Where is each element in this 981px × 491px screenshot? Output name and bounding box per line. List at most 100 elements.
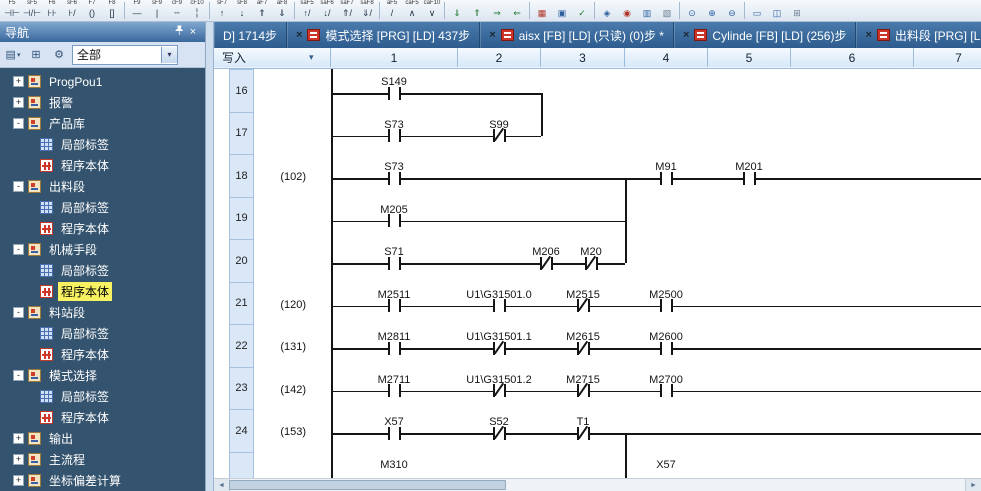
open-branch-button[interactable]: F6 ⊦⊦ — [42, 0, 62, 21]
delete-hline-button[interactable]: cF9 ╌ — [167, 0, 187, 21]
nc-contact[interactable] — [576, 341, 590, 355]
tree-item-product-lib-labels[interactable]: 局部标签 — [0, 134, 205, 155]
nav-close-icon[interactable]: × — [186, 25, 200, 39]
panel-splitter[interactable] — [206, 22, 213, 491]
expander-icon[interactable]: - — [13, 244, 24, 255]
tab-close-icon[interactable]: × — [865, 29, 871, 41]
expander-icon[interactable]: - — [13, 181, 24, 192]
tree-item-product-lib-body[interactable]: 程序本体 — [0, 155, 205, 176]
no-contact[interactable] — [742, 171, 756, 185]
nc-contact[interactable] — [492, 129, 506, 142]
invert-result-button[interactable]: aF5 / — [382, 0, 402, 21]
nc-contact[interactable] — [492, 384, 506, 397]
no-contact[interactable] — [387, 129, 401, 142]
mode-dropdown-icon[interactable]: ▾ — [309, 52, 314, 63]
no-contact[interactable] — [659, 384, 673, 397]
window-button[interactable]: ▭ — [747, 0, 767, 21]
close-branch-button[interactable]: sF6 ⊦/ — [62, 0, 82, 21]
view-mode-button[interactable]: ▤ ▾ — [3, 45, 23, 65]
open-contact-button[interactable]: F5 ⊣⊢ — [2, 0, 22, 21]
filter-combo[interactable]: 全部 ▾ — [72, 44, 178, 65]
expander-icon[interactable]: - — [13, 370, 24, 381]
tree-item-mode-select[interactable]: - 模式选择 — [0, 365, 205, 386]
tree-item-coord-calc[interactable]: + 坐标偏差计算 — [0, 470, 205, 491]
scroll-thumb[interactable] — [229, 480, 506, 490]
expander-icon[interactable]: + — [13, 76, 24, 87]
tree-item-progpou1[interactable]: + ProgPou1 — [0, 71, 205, 92]
h-scrollbar[interactable]: ◄ ► — [214, 478, 981, 491]
no-contact[interactable] — [492, 299, 506, 312]
no-contact[interactable] — [387, 299, 401, 312]
comment-display-button[interactable]: ▧ — [657, 0, 677, 21]
no-contact[interactable] — [387, 171, 401, 185]
no-contact[interactable] — [659, 299, 673, 312]
delete-column-button[interactable]: ⇐ — [507, 0, 527, 21]
tab-4[interactable]: × Cylinde [FB] [LD] (256)步 — [674, 22, 857, 48]
pulse-conversion-button[interactable]: caF5 ∧ — [402, 0, 422, 21]
falling-pulse-close-button[interactable]: saF6 ↓/ — [317, 0, 337, 21]
expander-icon[interactable]: - — [13, 307, 24, 318]
nc-contact[interactable] — [492, 426, 506, 440]
program-check-button[interactable]: ✓ — [572, 0, 592, 21]
tree-item-discharge[interactable]: - 出料段 — [0, 176, 205, 197]
tab-1[interactable]: D] 1714步 — [214, 22, 288, 48]
nc-contact[interactable] — [584, 256, 598, 270]
scroll-right-button[interactable]: ► — [965, 479, 981, 491]
delete-vline-button[interactable]: cF10 ╎ — [187, 0, 207, 21]
no-contact[interactable] — [659, 171, 673, 185]
nc-contact[interactable] — [539, 256, 553, 270]
no-contact[interactable] — [387, 384, 401, 397]
no-contact[interactable] — [387, 256, 401, 270]
tab-close-icon[interactable]: × — [683, 29, 689, 41]
tree-item-main-flow[interactable]: + 主流程 — [0, 449, 205, 470]
expander-icon[interactable]: + — [13, 97, 24, 108]
tree-item-mode-select-labels[interactable]: 局部标签 — [0, 386, 205, 407]
close-contact-button[interactable]: sF5 ⊣/⊢ — [22, 0, 42, 21]
monitor-stop-button[interactable]: ◉ — [617, 0, 637, 21]
monitor-button[interactable]: ◈ — [597, 0, 617, 21]
tree-item-discharge-labels[interactable]: 局部标签 — [0, 197, 205, 218]
insert-row-button[interactable]: ⇓ — [447, 0, 467, 21]
falling-pulse-button[interactable]: sF8 ↓ — [232, 0, 252, 21]
tree-item-mode-select-body[interactable]: 程序本体 — [0, 407, 205, 428]
delete-row-button[interactable]: ⇑ — [467, 0, 487, 21]
nc-contact[interactable] — [576, 426, 590, 440]
rising-pulse-close-button[interactable]: saF5 ↑/ — [297, 0, 317, 21]
no-contact[interactable] — [387, 86, 401, 100]
chevron-down-icon[interactable]: ▾ — [161, 46, 177, 63]
tree-item-output[interactable]: + 输出 — [0, 428, 205, 449]
nc-contact[interactable] — [492, 341, 506, 355]
tree-item-product-lib[interactable]: - 产品库 — [0, 113, 205, 134]
sort-button[interactable]: ⊞ — [26, 45, 46, 65]
tree-item-robot-body[interactable]: 程序本体 — [0, 281, 205, 302]
falling-pulse-close-branch-button[interactable]: saF8 ⇓/ — [357, 0, 377, 21]
tab-close-icon[interactable]: × — [489, 29, 495, 41]
tab-close-icon[interactable]: × — [296, 29, 302, 41]
falling-pulse-branch-button[interactable]: aF8 ⇓ — [272, 0, 292, 21]
no-contact[interactable] — [387, 426, 401, 440]
expander-icon[interactable]: + — [13, 433, 24, 444]
expander-icon[interactable]: + — [13, 454, 24, 465]
tree-item-alarm[interactable]: + 报警 — [0, 92, 205, 113]
no-contact[interactable] — [387, 214, 401, 227]
tree-item-robot-labels[interactable]: 局部标签 — [0, 260, 205, 281]
scroll-left-button[interactable]: ◄ — [214, 479, 230, 491]
tab-5[interactable]: × 出料段 [PRG] [L — [856, 22, 981, 48]
tree-item-station[interactable]: - 料站段 — [0, 302, 205, 323]
expander-icon[interactable]: - — [13, 118, 24, 129]
tree-item-discharge-body[interactable]: 程序本体 — [0, 218, 205, 239]
expander-icon[interactable]: + — [13, 475, 24, 486]
nc-contact[interactable] — [576, 384, 590, 397]
split-window-button[interactable]: ◫ — [767, 0, 787, 21]
cascade-button[interactable]: ⊞ — [787, 0, 807, 21]
pin-icon[interactable] — [172, 25, 186, 40]
tree-item-station-body[interactable]: 程序本体 — [0, 344, 205, 365]
rising-pulse-close-branch-button[interactable]: saF7 ⇑/ — [337, 0, 357, 21]
tab-2[interactable]: × 模式选择 [PRG] [LD] 437步 — [287, 22, 481, 48]
zoom-button[interactable]: ⊙ — [682, 0, 702, 21]
draw-vline-button[interactable]: sF9 | — [147, 0, 167, 21]
rising-pulse-button[interactable]: sF7 ↑ — [212, 0, 232, 21]
instruction-button[interactable]: F8 [] — [102, 0, 122, 21]
coil-button[interactable]: F7 () — [82, 0, 102, 21]
draw-hline-button[interactable]: F9 — — [127, 0, 147, 21]
